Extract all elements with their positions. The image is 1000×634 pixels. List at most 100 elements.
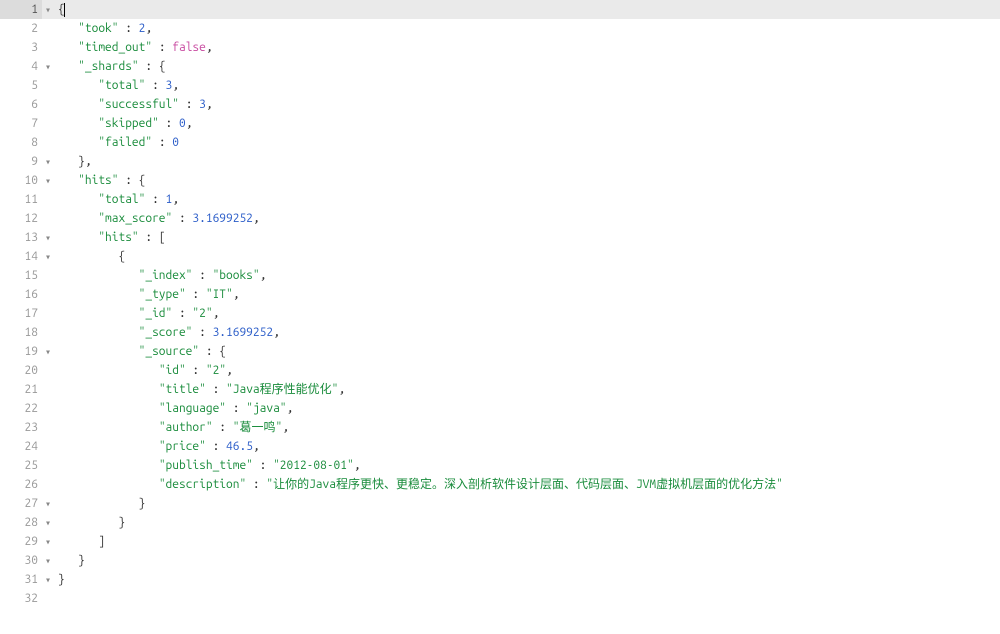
- code-line[interactable]: 19▾ "_source" : {: [0, 342, 1000, 361]
- code-content[interactable]: }: [54, 551, 1000, 570]
- code-line[interactable]: 17 "_id" : "2",: [0, 304, 1000, 323]
- line-number[interactable]: 26: [0, 475, 42, 494]
- code-editor[interactable]: 1▾{2 "took" : 2,3 "timed_out" : false,4▾…: [0, 0, 1000, 608]
- code-line[interactable]: 8 "failed" : 0: [0, 133, 1000, 152]
- line-number[interactable]: 24: [0, 437, 42, 456]
- code-line[interactable]: 26 "description" : "让你的Java程序更快、更稳定。深入剖析…: [0, 475, 1000, 494]
- line-number[interactable]: 11: [0, 190, 42, 209]
- code-content[interactable]: "successful" : 3,: [54, 95, 1000, 114]
- fold-toggle-icon[interactable]: ▾: [42, 228, 54, 247]
- line-number[interactable]: 14: [0, 247, 42, 266]
- code-line[interactable]: 25 "publish_time" : "2012-08-01",: [0, 456, 1000, 475]
- code-line[interactable]: 11 "total" : 1,: [0, 190, 1000, 209]
- code-content[interactable]: }: [54, 513, 1000, 532]
- code-content[interactable]: "publish_time" : "2012-08-01",: [54, 456, 1000, 475]
- code-line[interactable]: 18 "_score" : 3.1699252,: [0, 323, 1000, 342]
- line-number[interactable]: 1: [0, 0, 42, 19]
- code-content[interactable]: "hits" : {: [54, 171, 1000, 190]
- line-number[interactable]: 6: [0, 95, 42, 114]
- fold-toggle-icon[interactable]: ▾: [42, 570, 54, 589]
- fold-toggle-icon[interactable]: ▾: [42, 0, 54, 19]
- line-number[interactable]: 23: [0, 418, 42, 437]
- code-content[interactable]: ]: [54, 532, 1000, 551]
- code-content[interactable]: "id" : "2",: [54, 361, 1000, 380]
- code-content[interactable]: "description" : "让你的Java程序更快、更稳定。深入剖析软件设…: [54, 475, 1000, 494]
- fold-toggle-icon[interactable]: ▾: [42, 171, 54, 190]
- line-number[interactable]: 3: [0, 38, 42, 57]
- line-number[interactable]: 31: [0, 570, 42, 589]
- code-content[interactable]: "max_score" : 3.1699252,: [54, 209, 1000, 228]
- line-number[interactable]: 18: [0, 323, 42, 342]
- code-line[interactable]: 14▾ {: [0, 247, 1000, 266]
- line-number[interactable]: 17: [0, 304, 42, 323]
- code-line[interactable]: 2 "took" : 2,: [0, 19, 1000, 38]
- line-number[interactable]: 5: [0, 76, 42, 95]
- code-line[interactable]: 32: [0, 589, 1000, 608]
- code-line[interactable]: 3 "timed_out" : false,: [0, 38, 1000, 57]
- code-line[interactable]: 23 "author" : "葛一鸣",: [0, 418, 1000, 437]
- fold-toggle-icon[interactable]: ▾: [42, 494, 54, 513]
- code-line[interactable]: 5 "total" : 3,: [0, 76, 1000, 95]
- code-content[interactable]: "_id" : "2",: [54, 304, 1000, 323]
- line-number[interactable]: 21: [0, 380, 42, 399]
- code-content[interactable]: {: [54, 247, 1000, 266]
- code-content[interactable]: "_source" : {: [54, 342, 1000, 361]
- code-line[interactable]: 31▾}: [0, 570, 1000, 589]
- line-number[interactable]: 7: [0, 114, 42, 133]
- line-number[interactable]: 12: [0, 209, 42, 228]
- code-content[interactable]: "_shards" : {: [54, 57, 1000, 76]
- line-number[interactable]: 2: [0, 19, 42, 38]
- code-content[interactable]: [54, 589, 1000, 608]
- code-content[interactable]: "_score" : 3.1699252,: [54, 323, 1000, 342]
- line-number[interactable]: 10: [0, 171, 42, 190]
- fold-toggle-icon[interactable]: ▾: [42, 57, 54, 76]
- code-content[interactable]: "took" : 2,: [54, 19, 1000, 38]
- line-number[interactable]: 30: [0, 551, 42, 570]
- code-content[interactable]: "_index" : "books",: [54, 266, 1000, 285]
- code-content[interactable]: "total" : 1,: [54, 190, 1000, 209]
- line-number[interactable]: 16: [0, 285, 42, 304]
- code-content[interactable]: "hits" : [: [54, 228, 1000, 247]
- code-content[interactable]: "timed_out" : false,: [54, 38, 1000, 57]
- code-line[interactable]: 13▾ "hits" : [: [0, 228, 1000, 247]
- code-line[interactable]: 10▾ "hits" : {: [0, 171, 1000, 190]
- fold-toggle-icon[interactable]: ▾: [42, 342, 54, 361]
- line-number[interactable]: 27: [0, 494, 42, 513]
- code-content[interactable]: },: [54, 152, 1000, 171]
- fold-toggle-icon[interactable]: ▾: [42, 247, 54, 266]
- code-content[interactable]: "language" : "java",: [54, 399, 1000, 418]
- code-line[interactable]: 7 "skipped" : 0,: [0, 114, 1000, 133]
- code-line[interactable]: 21 "title" : "Java程序性能优化",: [0, 380, 1000, 399]
- fold-toggle-icon[interactable]: ▾: [42, 152, 54, 171]
- fold-toggle-icon[interactable]: ▾: [42, 532, 54, 551]
- fold-toggle-icon[interactable]: ▾: [42, 513, 54, 532]
- code-content[interactable]: {: [54, 0, 1000, 19]
- code-line[interactable]: 15 "_index" : "books",: [0, 266, 1000, 285]
- code-content[interactable]: "price" : 46.5,: [54, 437, 1000, 456]
- code-line[interactable]: 24 "price" : 46.5,: [0, 437, 1000, 456]
- line-number[interactable]: 32: [0, 589, 42, 608]
- code-line[interactable]: 4▾ "_shards" : {: [0, 57, 1000, 76]
- code-content[interactable]: "title" : "Java程序性能优化",: [54, 380, 1000, 399]
- code-line[interactable]: 28▾ }: [0, 513, 1000, 532]
- fold-toggle-icon[interactable]: ▾: [42, 551, 54, 570]
- code-line[interactable]: 22 "language" : "java",: [0, 399, 1000, 418]
- line-number[interactable]: 15: [0, 266, 42, 285]
- code-line[interactable]: 29▾ ]: [0, 532, 1000, 551]
- line-number[interactable]: 4: [0, 57, 42, 76]
- code-line[interactable]: 9▾ },: [0, 152, 1000, 171]
- line-number[interactable]: 25: [0, 456, 42, 475]
- code-content[interactable]: "failed" : 0: [54, 133, 1000, 152]
- code-content[interactable]: "author" : "葛一鸣",: [54, 418, 1000, 437]
- code-line[interactable]: 16 "_type" : "IT",: [0, 285, 1000, 304]
- code-content[interactable]: "skipped" : 0,: [54, 114, 1000, 133]
- line-number[interactable]: 9: [0, 152, 42, 171]
- code-content[interactable]: }: [54, 570, 1000, 589]
- line-number[interactable]: 28: [0, 513, 42, 532]
- line-number[interactable]: 13: [0, 228, 42, 247]
- code-content[interactable]: }: [54, 494, 1000, 513]
- line-number[interactable]: 20: [0, 361, 42, 380]
- line-number[interactable]: 22: [0, 399, 42, 418]
- line-number[interactable]: 29: [0, 532, 42, 551]
- line-number[interactable]: 8: [0, 133, 42, 152]
